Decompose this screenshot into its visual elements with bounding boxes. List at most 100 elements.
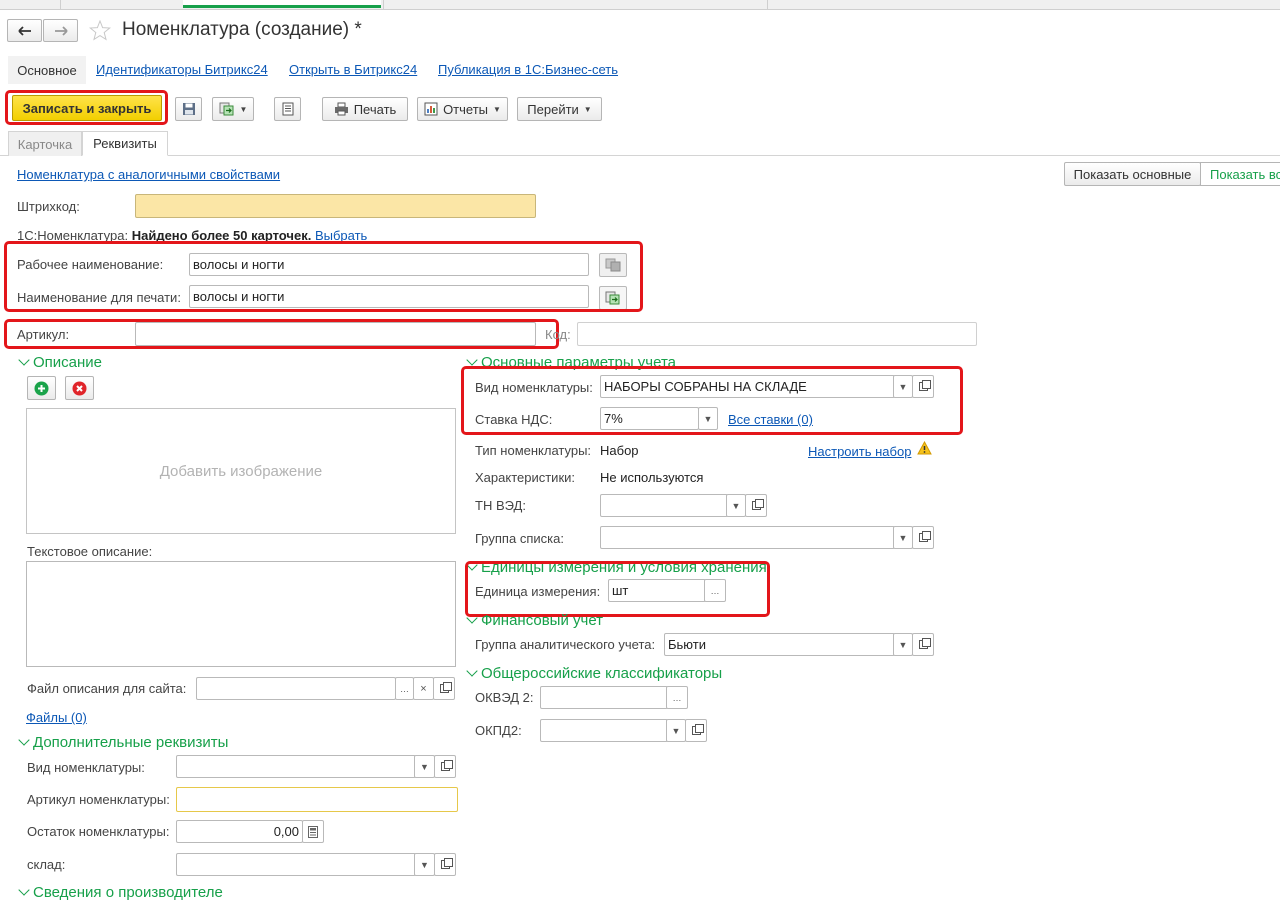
- tnved-open[interactable]: [745, 494, 767, 517]
- unit-input[interactable]: шт: [608, 579, 706, 602]
- section-manufacturer[interactable]: Сведения о производителе: [18, 884, 223, 901]
- top-tab-active[interactable]: [183, 0, 381, 8]
- text-description-label: Текстовое описание:: [27, 544, 153, 559]
- section-classifiers[interactable]: Общероссийские классификаторы: [466, 665, 722, 682]
- chevron-down-icon: [18, 884, 30, 896]
- show-main-button[interactable]: Показать основные: [1064, 162, 1201, 186]
- save-close-button[interactable]: Записать и закрыть: [12, 95, 162, 121]
- nav-link-bitrix-ids[interactable]: Идентификаторы Битрикс24: [96, 62, 268, 77]
- warehouse-input[interactable]: [176, 853, 416, 876]
- site-file-select-button[interactable]: …: [395, 677, 414, 700]
- article-input[interactable]: [135, 322, 536, 346]
- print-button[interactable]: Печать: [322, 97, 408, 121]
- barcode-label: Штрихкод:: [17, 199, 80, 214]
- nav-main[interactable]: Основное: [8, 56, 86, 84]
- print-name-label: Наименование для печати:: [17, 290, 181, 305]
- list-button[interactable]: [274, 97, 301, 121]
- site-file-open-button[interactable]: [433, 677, 455, 700]
- barcode-input[interactable]: [135, 194, 536, 218]
- char-value: Не используются: [600, 470, 704, 485]
- arrow-left-icon: [17, 25, 31, 36]
- kind-input[interactable]: НАБОРЫ СОБРАНЫ НА СКЛАДЕ: [600, 375, 895, 398]
- files-link[interactable]: Файлы (0): [26, 710, 87, 725]
- all-rates-link[interactable]: Все ставки (0): [728, 412, 813, 427]
- open-icon: [918, 638, 931, 649]
- print-name-input[interactable]: волосы и ногти: [189, 285, 589, 308]
- section-finance-title: Финансовый учет: [481, 612, 604, 629]
- create-based-button[interactable]: ▼: [212, 97, 254, 121]
- tab-requisites[interactable]: Реквизиты: [82, 131, 168, 156]
- group-list-open[interactable]: [912, 526, 934, 549]
- nav-link-open-bitrix[interactable]: Открыть в Битрикс24: [289, 62, 417, 77]
- section-finance[interactable]: Финансовый учет: [466, 612, 604, 629]
- reports-button[interactable]: Отчеты ▼: [417, 97, 508, 121]
- analog-nomenclature-link[interactable]: Номенклатура с аналогичными свойствами: [17, 167, 280, 182]
- forward-button[interactable]: [43, 19, 78, 42]
- kind-dropdown[interactable]: ▼: [893, 375, 913, 398]
- section-description[interactable]: Описание: [18, 354, 102, 371]
- back-button[interactable]: [7, 19, 42, 42]
- extra-article-input[interactable]: [176, 787, 458, 812]
- char-label: Характеристики:: [475, 470, 576, 485]
- open-icon: [918, 531, 931, 542]
- calculator-button[interactable]: [302, 820, 324, 843]
- chevron-down-icon: [18, 734, 30, 746]
- site-file-input[interactable]: [196, 677, 396, 700]
- dropdown-arrow-icon: ▼: [703, 413, 713, 424]
- extra-rest-label: Остаток номенклатуры:: [27, 824, 170, 839]
- extra-kind-dropdown[interactable]: ▼: [414, 755, 435, 778]
- okved-select-button[interactable]: …: [666, 686, 688, 709]
- text-description-area[interactable]: [26, 561, 456, 667]
- type-label: Тип номенклатуры:: [475, 443, 592, 458]
- save-button[interactable]: [175, 97, 202, 121]
- section-units[interactable]: Единицы измерения и условия хранения: [466, 559, 767, 576]
- okved-input[interactable]: [540, 686, 668, 709]
- site-file-clear-button[interactable]: ×: [413, 677, 434, 700]
- show-all-button[interactable]: Показать все: [1200, 162, 1280, 186]
- extra-rest-input[interactable]: 0,00: [176, 820, 303, 843]
- copy-name-button[interactable]: [599, 253, 627, 277]
- add-image-button[interactable]: [27, 376, 56, 400]
- analytics-group-open[interactable]: [912, 633, 934, 656]
- vat-dropdown[interactable]: ▼: [698, 407, 718, 430]
- print-label: Печать: [353, 101, 397, 117]
- nomenclature-1c-choose[interactable]: Выбрать: [315, 228, 367, 243]
- configure-set-link[interactable]: Настроить набор: [808, 444, 911, 459]
- image-placeholder[interactable]: Добавить изображение: [26, 408, 456, 534]
- tnved-dropdown[interactable]: ▼: [726, 494, 746, 517]
- okpd-dropdown[interactable]: ▼: [666, 719, 686, 742]
- show-main-label: Показать основные: [1073, 166, 1192, 182]
- goto-label: Перейти: [527, 101, 579, 117]
- goto-button[interactable]: Перейти ▼: [517, 97, 602, 121]
- analytics-group-input[interactable]: Бьюти: [664, 633, 895, 656]
- section-extra[interactable]: Дополнительные реквизиты: [18, 734, 228, 751]
- dropdown-arrow-icon: ▼: [493, 104, 501, 114]
- kind-open[interactable]: [912, 375, 934, 398]
- warehouse-open[interactable]: [434, 853, 456, 876]
- section-params[interactable]: Основные параметры учета: [466, 354, 676, 371]
- warehouse-dropdown[interactable]: ▼: [414, 853, 435, 876]
- code-input[interactable]: [577, 322, 977, 346]
- show-all-label: Показать все: [1210, 166, 1280, 182]
- tnved-input[interactable]: [600, 494, 728, 517]
- delete-image-button[interactable]: [65, 376, 94, 400]
- extra-kind-open[interactable]: [434, 755, 456, 778]
- delete-circle-icon: [72, 381, 87, 395]
- extra-kind-input[interactable]: [176, 755, 416, 778]
- analytics-group-dropdown[interactable]: ▼: [893, 633, 913, 656]
- fill-print-name-button[interactable]: [599, 286, 627, 310]
- tab-card[interactable]: Карточка: [8, 131, 82, 156]
- star-icon[interactable]: [89, 20, 111, 41]
- section-manufacturer-title: Сведения о производителе: [33, 884, 223, 901]
- okpd-open[interactable]: [685, 719, 707, 742]
- nav-link-publication[interactable]: Публикация в 1С:Бизнес-сеть: [438, 62, 618, 77]
- group-list-input[interactable]: [600, 526, 895, 549]
- vat-label: Ставка НДС:: [475, 412, 553, 427]
- vat-input[interactable]: 7%: [600, 407, 699, 430]
- fill-from-icon: [605, 291, 620, 305]
- group-list-dropdown[interactable]: ▼: [893, 526, 913, 549]
- work-name-input[interactable]: волосы и ногти: [189, 253, 589, 276]
- unit-select-button[interactable]: …: [704, 579, 726, 602]
- tnved-label: ТН ВЭД:: [475, 498, 526, 513]
- okpd-input[interactable]: [540, 719, 668, 742]
